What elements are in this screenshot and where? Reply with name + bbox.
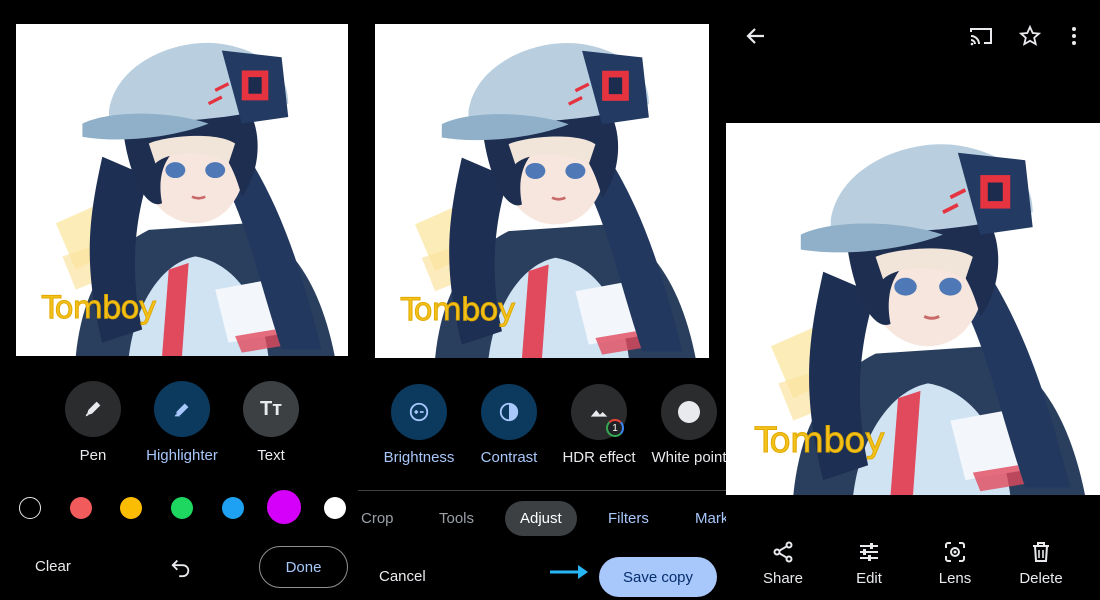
- color-swatch-white[interactable]: [324, 497, 346, 519]
- tool-highlighter[interactable]: Highlighter: [132, 381, 232, 464]
- photo-view[interactable]: Tomboy: [726, 123, 1100, 495]
- favorite-button[interactable]: [1018, 24, 1042, 53]
- more-options-button[interactable]: [1062, 24, 1086, 53]
- adjust-editor-panel: Tomboy Brightness Contrast 1 HDR effect …: [358, 0, 726, 600]
- hdr-icon: 1: [571, 384, 627, 440]
- photo-viewer-panel: Tomboy Share Edit Lens Delete: [726, 0, 1100, 600]
- tab-crop[interactable]: Crop: [361, 510, 394, 527]
- cancel-button[interactable]: Cancel: [379, 568, 426, 585]
- tool-text-label: Text: [257, 447, 285, 464]
- star-icon: [1018, 24, 1042, 46]
- text-tool-icon: Tт: [243, 381, 299, 437]
- tab-markup[interactable]: Markup: [695, 510, 726, 527]
- clear-button[interactable]: Clear: [35, 558, 71, 575]
- tab-filters[interactable]: Filters: [608, 510, 649, 527]
- divider: [358, 490, 726, 491]
- share-button[interactable]: Share: [748, 540, 818, 587]
- watermark-text: Tomboy: [754, 421, 885, 462]
- color-swatch-green[interactable]: [171, 497, 193, 519]
- tool-pen-label: Pen: [79, 447, 107, 464]
- back-button[interactable]: [744, 24, 768, 53]
- photo-canvas[interactable]: Tomboy: [375, 24, 709, 358]
- watermark-text: Tomboy: [401, 292, 517, 329]
- pen-icon: [65, 381, 121, 437]
- adjust-hdr-label: HDR effect: [562, 449, 636, 466]
- adjust-contrast[interactable]: Contrast: [461, 384, 557, 466]
- adjust-brightness-label: Brightness: [383, 449, 455, 466]
- tool-text[interactable]: Tт Text: [221, 381, 321, 464]
- adjust-hdr[interactable]: 1 HDR effect: [551, 384, 647, 466]
- color-swatch-purple[interactable]: [267, 490, 301, 524]
- adjust-white-point[interactable]: White point: [641, 384, 726, 466]
- lens-icon: [945, 542, 965, 562]
- photo-canvas[interactable]: Tomboy: [16, 24, 348, 356]
- share-label: Share: [762, 570, 804, 587]
- watermark-text: Tomboy: [42, 290, 158, 327]
- white-point-icon: [661, 384, 717, 440]
- edit-label: Edit: [856, 570, 882, 587]
- tool-highlighter-label: Highlighter: [146, 447, 218, 464]
- markup-editor-panel: Tomboy Pen Highlighter Tт Text Clear Don…: [0, 0, 358, 600]
- tab-tools[interactable]: Tools: [439, 510, 474, 527]
- tab-adjust[interactable]: Adjust: [505, 501, 577, 536]
- more-vert-icon: [1072, 27, 1076, 45]
- share-icon: [773, 541, 793, 563]
- color-swatch-yellow[interactable]: [120, 497, 142, 519]
- color-swatch-red[interactable]: [70, 497, 92, 519]
- arrow-pointer-icon: [550, 565, 588, 579]
- delete-button[interactable]: Delete: [1006, 540, 1076, 587]
- cast-button[interactable]: [968, 24, 994, 53]
- back-arrow-icon: [746, 28, 764, 44]
- undo-button[interactable]: [170, 556, 192, 583]
- adjust-white-point-label: White point: [651, 449, 726, 466]
- hdr-badge: 1: [606, 419, 624, 437]
- undo-icon: [171, 559, 190, 578]
- tool-pen[interactable]: Pen: [43, 381, 143, 464]
- highlighter-icon: [154, 381, 210, 437]
- adjust-brightness[interactable]: Brightness: [371, 384, 467, 466]
- delete-label: Delete: [1019, 570, 1063, 587]
- text-tool-glyph: Tт: [259, 397, 282, 420]
- lens-button[interactable]: Lens: [920, 540, 990, 587]
- delete-icon: [1033, 542, 1049, 562]
- color-swatch-blue[interactable]: [222, 497, 244, 519]
- done-button[interactable]: Done: [259, 546, 348, 588]
- cast-icon: [970, 28, 992, 46]
- lens-label: Lens: [938, 570, 972, 587]
- color-swatch-black[interactable]: [19, 497, 41, 519]
- adjust-contrast-label: Contrast: [480, 449, 538, 466]
- edit-sliders-icon: [860, 543, 878, 561]
- edit-button[interactable]: Edit: [834, 540, 904, 587]
- brightness-icon: [391, 384, 447, 440]
- contrast-icon: [481, 384, 537, 440]
- save-copy-button[interactable]: Save copy: [599, 557, 717, 597]
